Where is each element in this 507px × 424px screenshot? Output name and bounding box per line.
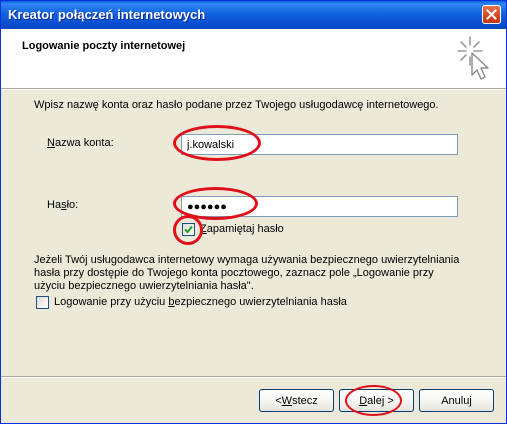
window-title: Kreator połączeń internetowych xyxy=(8,7,206,22)
account-name-label: Nazwa konta: xyxy=(47,137,114,149)
description-line: Jeżeli Twój usługodawca internetowy wyma… xyxy=(34,254,460,266)
wizard-header: Logowanie poczty internetowej xyxy=(1,29,506,88)
description-line: użyciu bezpiecznego uwierzytelniania has… xyxy=(34,280,254,292)
checkmark-icon xyxy=(184,225,193,234)
wizard-wand-icon xyxy=(457,36,489,80)
secure-auth-checkbox[interactable] xyxy=(36,296,49,309)
description-line: hasła przy dostępie do Twojego konta poc… xyxy=(34,267,434,279)
account-name-input[interactable] xyxy=(181,134,458,155)
close-icon xyxy=(486,9,497,20)
back-button[interactable]: < Wstecz xyxy=(259,389,334,412)
footer-divider xyxy=(1,376,506,378)
intro-text: Wpisz nazwę konta oraz hasło podane prze… xyxy=(34,99,439,111)
secure-auth-label[interactable]: Logowanie przy użyciu bezpiecznego uwier… xyxy=(54,296,347,308)
secure-auth-description: Jeżeli Twój usługodawca internetowy wyma… xyxy=(34,254,474,293)
password-input[interactable] xyxy=(181,196,458,217)
remember-password-checkbox[interactable] xyxy=(182,223,195,236)
next-button[interactable]: Dalej > xyxy=(339,389,414,412)
close-button[interactable] xyxy=(482,5,501,24)
title-bar[interactable]: Kreator połączeń internetowych xyxy=(1,1,506,29)
header-divider xyxy=(1,88,506,90)
wizard-window: Kreator połączeń internetowych Logowanie… xyxy=(0,0,507,424)
remember-password-label[interactable]: Zapamiętaj hasło xyxy=(200,223,284,235)
page-title: Logowanie poczty internetowej xyxy=(22,40,186,52)
cancel-button[interactable]: Anuluj xyxy=(419,389,494,412)
password-label: Hasło: xyxy=(47,199,79,211)
